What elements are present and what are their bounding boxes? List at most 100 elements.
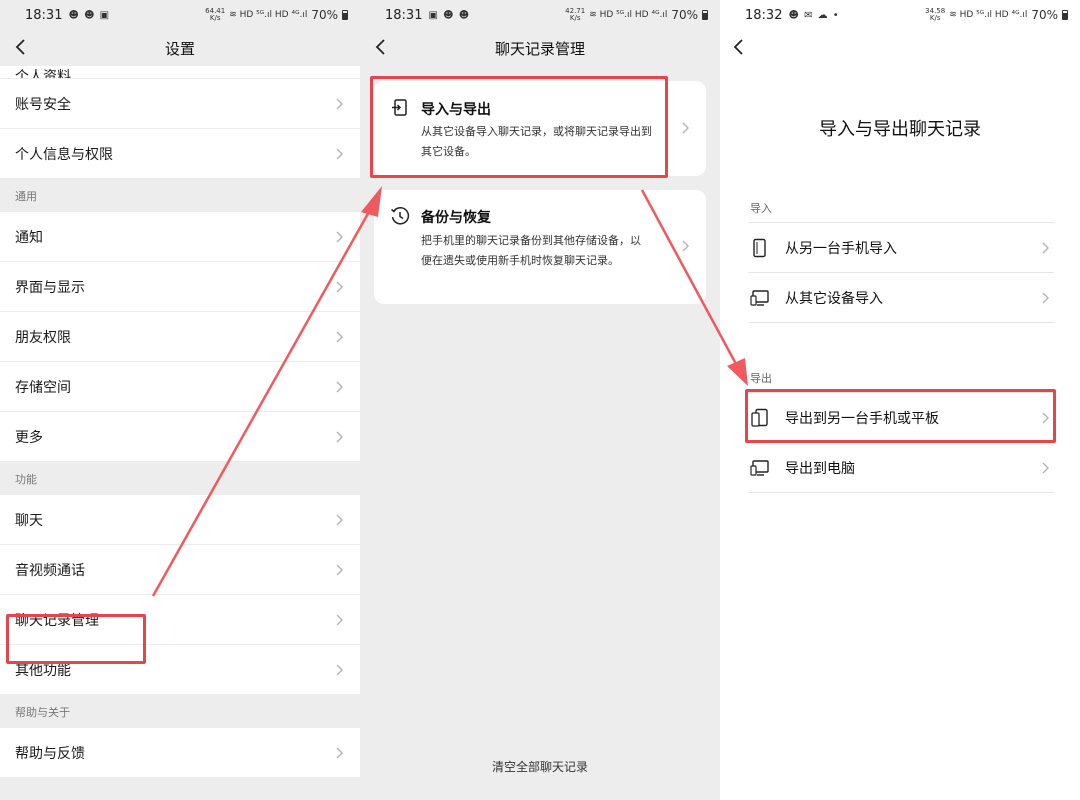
monitor-icon — [750, 459, 769, 476]
network-speed: 64.41 K/s — [205, 7, 226, 22]
phone-tablet-icon — [751, 408, 768, 427]
battery-percent: 70% — [1031, 8, 1058, 22]
card-title: 导入与导出 — [421, 102, 491, 118]
chevron-right-icon — [336, 431, 343, 442]
backup-restore-card[interactable]: 备份与恢复 把手机里的聊天记录备份到其他存储设备，以便在遗失或使用新手机时恢复聊… — [374, 190, 706, 304]
settings-item-label: 通知 — [15, 229, 43, 246]
settings-item-friend-permissions[interactable]: 朋友权限 — [0, 312, 360, 362]
section-header-export: 导出 — [750, 372, 772, 385]
chevron-right-icon — [336, 664, 343, 675]
item-label: 导出到电脑 — [785, 460, 855, 477]
chevron-right-icon — [336, 514, 343, 525]
settings-item-label: 更多 — [15, 429, 43, 446]
settings-item-account-security[interactable]: 账号安全 — [0, 79, 360, 129]
section-header-import: 导入 — [750, 202, 772, 215]
nav-bar: 聊天记录管理 — [360, 30, 720, 66]
chevron-right-icon — [336, 331, 343, 342]
page-title: 设置 — [164, 39, 195, 58]
settings-item-notifications[interactable]: 通知 — [0, 212, 360, 262]
chevron-right-icon — [1042, 292, 1049, 303]
settings-item-help[interactable]: 帮助与反馈 — [0, 728, 360, 778]
network-speed: 42.71 K/s — [565, 7, 586, 22]
chevron-right-icon — [1042, 242, 1049, 253]
chat-history-screen: 18:31 ▣ ☻ ☻ 42.71 K/s ≋ HD ⁵ᴳ.ıl HD ⁴ᴳ.ıl… — [360, 0, 720, 800]
chevron-right-icon — [336, 381, 343, 392]
tutorial-composite: 18:31 ☻ ☻ ▣ 64.41 K/s ≋ HD ⁵ᴳ.ıl HD ⁴ᴳ.ıl… — [0, 0, 1080, 800]
chevron-right-icon — [336, 564, 343, 575]
clear-all-history-link[interactable]: 清空全部聊天记录 — [360, 758, 720, 775]
card-title: 备份与恢复 — [421, 210, 491, 226]
card-description: 把手机里的聊天记录备份到其他存储设备，以便在遗失或使用新手机时恢复聊天记录。 — [421, 234, 641, 267]
export-to-computer-item[interactable]: 导出到电脑 — [748, 443, 1054, 493]
back-icon[interactable] — [730, 36, 750, 58]
battery-icon — [342, 10, 348, 20]
nav-bar — [720, 30, 1080, 66]
chevron-right-icon — [336, 747, 343, 758]
import-export-card[interactable]: 导入与导出 从其它设备导入聊天记录，或将聊天记录导出到其它设备。 — [374, 81, 706, 176]
settings-list: 个人资料 账号安全 个人信息与权限 通用 通知 界面与显示 朋友权限 存储空间 … — [0, 66, 360, 778]
status-bar: 18:31 ▣ ☻ ☻ 42.71 K/s ≋ HD ⁵ᴳ.ıl HD ⁴ᴳ.ıl… — [360, 0, 720, 30]
item-label: 导出到另一台手机或平板 — [785, 410, 939, 427]
status-bar: 18:31 ☻ ☻ ▣ 64.41 K/s ≋ HD ⁵ᴳ.ıl HD ⁴ᴳ.ıl… — [0, 0, 360, 30]
settings-item-label: 个人信息与权限 — [15, 146, 113, 163]
back-icon[interactable] — [12, 36, 32, 58]
status-bar: 18:32 ☻ ✉ ☁ • 34.58 K/s ≋ HD ⁵ᴳ.ıl HD ⁴ᴳ.… — [720, 0, 1080, 30]
import-export-screen: 18:32 ☻ ✉ ☁ • 34.58 K/s ≋ HD ⁵ᴳ.ıl HD ⁴ᴳ.… — [720, 0, 1080, 800]
notification-icons: ☻ ✉ ☁ • — [788, 9, 840, 21]
chevron-right-icon — [1042, 412, 1049, 423]
settings-item-label: 其他功能 — [15, 662, 71, 679]
history-clock-icon — [391, 207, 410, 225]
settings-item-label: 音视频通话 — [15, 562, 85, 579]
export-to-phone-tablet-item[interactable]: 导出到另一台手机或平板 — [748, 393, 1054, 443]
settings-item-more[interactable]: 更多 — [0, 412, 360, 462]
signal-icons: ≋ HD ⁵ᴳ.ıl HD ⁴ᴳ.ıl — [229, 10, 308, 20]
battery-icon — [702, 10, 708, 20]
chevron-right-icon — [1042, 462, 1049, 473]
settings-item-display[interactable]: 界面与显示 — [0, 262, 360, 312]
settings-item-label: 界面与显示 — [15, 279, 85, 296]
phone-icon — [753, 238, 766, 257]
settings-item-profile[interactable]: 个人资料 — [0, 66, 360, 79]
battery-percent: 70% — [671, 8, 698, 22]
settings-item-other-features[interactable]: 其他功能 — [0, 645, 360, 695]
status-right: 34.58 K/s ≋ HD ⁵ᴳ.ıl HD ⁴ᴳ.ıl 70% — [925, 8, 1068, 22]
settings-item-label: 账号安全 — [15, 96, 71, 113]
nav-bar: 设置 — [0, 30, 360, 66]
item-label: 从其它设备导入 — [785, 290, 883, 307]
notification-icons: ▣ ☻ ☻ — [428, 9, 471, 21]
settings-item-label: 聊天记录管理 — [15, 612, 99, 629]
settings-item-label: 个人资料 — [15, 69, 71, 79]
network-speed: 34.58 K/s — [925, 7, 946, 22]
settings-item-chat[interactable]: 聊天 — [0, 495, 360, 545]
settings-item-storage[interactable]: 存储空间 — [0, 362, 360, 412]
item-label: 从另一台手机导入 — [785, 240, 897, 257]
status-time: 18:31 — [25, 7, 63, 23]
settings-item-label: 存储空间 — [15, 379, 71, 396]
signal-icons: ≋ HD ⁵ᴳ.ıl HD ⁴ᴳ.ıl — [589, 10, 668, 20]
settings-item-chat-history[interactable]: 聊天记录管理 — [0, 595, 360, 645]
chevron-right-icon — [336, 231, 343, 242]
section-header-general: 通用 — [0, 179, 360, 212]
section-header-features: 功能 — [0, 462, 360, 495]
page-title: 导入与导出聊天记录 — [819, 119, 981, 140]
battery-icon — [1062, 10, 1068, 20]
import-from-phone-item[interactable]: 从另一台手机导入 — [748, 223, 1054, 273]
section-header-help: 帮助与关于 — [0, 695, 360, 728]
settings-item-calls[interactable]: 音视频通话 — [0, 545, 360, 595]
status-right: 42.71 K/s ≋ HD ⁵ᴳ.ıl HD ⁴ᴳ.ıl 70% — [565, 8, 708, 22]
settings-item-label: 帮助与反馈 — [15, 745, 85, 762]
page-title: 聊天记录管理 — [494, 39, 585, 58]
chevron-right-icon — [336, 281, 343, 292]
status-right: 64.41 K/s ≋ HD ⁵ᴳ.ıl HD ⁴ᴳ.ıl 70% — [205, 8, 348, 22]
monitor-icon — [750, 289, 769, 306]
import-from-other-device-item[interactable]: 从其它设备导入 — [748, 273, 1054, 323]
notification-icons: ☻ ☻ ▣ — [68, 9, 111, 21]
import-export-icon — [392, 99, 407, 116]
chevron-right-icon — [682, 240, 689, 252]
chevron-right-icon — [336, 98, 343, 109]
card-description: 从其它设备导入聊天记录，或将聊天记录导出到其它设备。 — [421, 125, 652, 158]
status-time: 18:32 — [745, 7, 783, 23]
settings-item-privacy[interactable]: 个人信息与权限 — [0, 129, 360, 179]
chevron-right-icon — [336, 614, 343, 625]
back-icon[interactable] — [372, 36, 392, 58]
